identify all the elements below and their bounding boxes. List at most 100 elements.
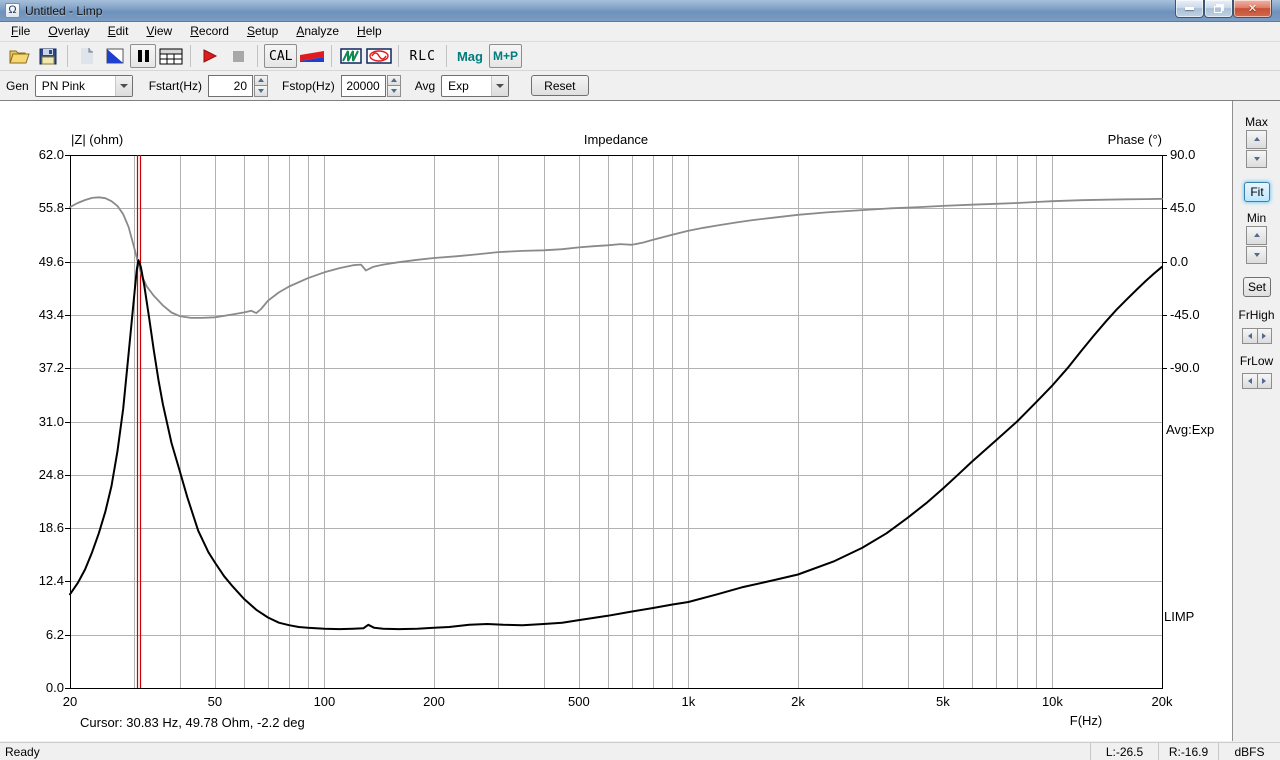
generator-setup-button[interactable] xyxy=(299,44,325,68)
data-table-button[interactable] xyxy=(158,44,184,68)
fstart-input[interactable] xyxy=(208,74,254,97)
axis-tick-label: 100 xyxy=(313,694,336,709)
new-document-icon xyxy=(81,48,93,64)
spectrum-mode-button[interactable] xyxy=(338,44,364,68)
toolbar-separator xyxy=(331,45,333,67)
spin-down-icon[interactable] xyxy=(1246,245,1267,264)
spin-right-icon[interactable] xyxy=(1257,373,1272,389)
averaging-dropdown[interactable]: Exp xyxy=(441,74,510,97)
open-file-icon xyxy=(9,50,30,63)
set-button[interactable]: Set xyxy=(1243,277,1271,297)
axis-tick-label: 24.8 xyxy=(38,466,64,482)
fstart-label: Fstart(Hz) xyxy=(148,78,203,93)
fit-button[interactable]: Fit xyxy=(1244,182,1270,202)
axis-tick-label: 20 xyxy=(62,694,78,709)
spectrum-icon xyxy=(340,48,363,64)
scale-controls-panel: Max Fit Min Set FrHigh FrLow xyxy=(1232,101,1280,741)
axis-tick-label: 5k xyxy=(935,694,950,709)
max-spinner[interactable] xyxy=(1246,130,1267,168)
save-icon xyxy=(39,48,57,64)
frlow-spinner[interactable] xyxy=(1242,373,1272,389)
status-bar: Ready L:-26.5 R:-16.9 dBFS xyxy=(0,742,1280,760)
spin-right-icon[interactable] xyxy=(1257,328,1272,344)
axis-tick-label: -45.0 xyxy=(1170,306,1200,322)
averaging-indicator: Avg:Exp xyxy=(1166,422,1215,437)
axis-tick-label: 10k xyxy=(1041,694,1063,709)
axis-tick-label: 500 xyxy=(567,694,590,709)
min-label: Min xyxy=(1246,211,1267,225)
toolbar-separator xyxy=(445,45,447,67)
fstop-spinner[interactable] xyxy=(386,74,401,97)
minimize-button[interactable] xyxy=(1175,0,1204,18)
chart-plot[interactable] xyxy=(0,101,1232,741)
main-area: |Z| (ohm) Impedance Phase (°) F(Hz) Avg:… xyxy=(0,100,1280,741)
generator-type-value: PN Pink xyxy=(41,78,86,93)
spin-left-icon[interactable] xyxy=(1242,373,1258,389)
max-label: Max xyxy=(1245,115,1268,129)
axis-tick-label: 18.6 xyxy=(38,520,64,536)
magnitude-view-button[interactable]: Mag xyxy=(453,44,487,68)
background-toggle-button[interactable] xyxy=(102,44,128,68)
window-title: Untitled - Limp xyxy=(25,3,103,18)
background-toggle-icon xyxy=(106,48,124,64)
axis-tick-label: 62.0 xyxy=(38,147,64,162)
axis-tick-label: 31.0 xyxy=(38,413,64,429)
rlc-meter-button[interactable]: RLC xyxy=(405,44,439,68)
frlow-label: FrLow xyxy=(1239,354,1274,368)
generator-type-dropdown[interactable]: PN Pink xyxy=(34,74,133,97)
menu-record[interactable]: Record xyxy=(181,22,238,41)
axis-tick-label: 90.0 xyxy=(1170,147,1196,162)
fstart-spinner[interactable] xyxy=(254,74,269,97)
spin-down-icon[interactable] xyxy=(386,86,401,97)
play-record-button[interactable] xyxy=(197,44,223,68)
axis-tick-label: 55.8 xyxy=(38,200,64,216)
menu-file[interactable]: File xyxy=(2,22,39,41)
axis-tick-label: 2k xyxy=(791,694,805,709)
spin-down-icon[interactable] xyxy=(1246,149,1267,168)
generator-controls: Gen PN Pink Fstart(Hz) Fstop(Hz) Avg Exp xyxy=(0,71,1280,100)
pause-button[interactable] xyxy=(130,44,156,68)
dropdown-arrow-icon xyxy=(114,75,132,96)
app-omega-icon: Ω xyxy=(5,3,20,18)
gen-label: Gen xyxy=(6,78,29,93)
close-button[interactable]: ✕ xyxy=(1233,0,1272,18)
level-right-readout: R:-16.9 xyxy=(1158,743,1218,760)
menu-setup[interactable]: Setup xyxy=(238,22,287,41)
spin-up-icon[interactable] xyxy=(1246,226,1267,245)
menu-edit[interactable]: Edit xyxy=(99,22,138,41)
open-file-button[interactable] xyxy=(7,44,33,68)
menu-view[interactable]: View xyxy=(137,22,181,41)
calibrate-button[interactable]: CAL xyxy=(264,44,298,68)
magnitude-phase-view-button[interactable]: M+P xyxy=(488,44,522,68)
frhigh-spinner[interactable] xyxy=(1242,328,1272,344)
toolbar-separator xyxy=(190,45,191,67)
toolbar-separator xyxy=(398,45,400,67)
spin-up-icon[interactable] xyxy=(1246,130,1267,149)
reset-button[interactable]: Reset xyxy=(531,75,589,96)
menu-overlay[interactable]: Overlay xyxy=(39,22,98,41)
impedance-chart[interactable]: |Z| (ohm) Impedance Phase (°) F(Hz) Avg:… xyxy=(0,101,1232,741)
spin-up-icon[interactable] xyxy=(254,74,269,86)
restore-button[interactable] xyxy=(1204,0,1233,18)
sine-generator-button[interactable] xyxy=(366,44,393,68)
toolbar-separator xyxy=(67,45,68,67)
axis-tick-label: -90.0 xyxy=(1170,360,1200,376)
menu-analyze[interactable]: Analyze xyxy=(287,22,348,41)
axis-tick-label: 49.6 xyxy=(38,253,64,269)
spin-down-icon[interactable] xyxy=(254,86,269,97)
axis-tick-label: 200 xyxy=(423,694,445,709)
save-button[interactable] xyxy=(35,44,61,68)
data-table-icon xyxy=(159,48,183,64)
axis-tick-label: 6.2 xyxy=(45,626,64,642)
fstop-input[interactable] xyxy=(340,74,386,97)
stop-record-button[interactable] xyxy=(225,44,251,68)
restore-icon xyxy=(1213,6,1222,13)
spin-up-icon[interactable] xyxy=(386,74,401,86)
avg-label: Avg xyxy=(414,78,436,93)
menu-help[interactable]: Help xyxy=(348,22,391,41)
spin-left-icon[interactable] xyxy=(1242,328,1258,344)
min-spinner[interactable] xyxy=(1246,226,1267,264)
sine-oscillator-icon xyxy=(366,48,393,64)
level-units: dBFS xyxy=(1218,743,1280,760)
new-document-button[interactable] xyxy=(74,44,100,68)
